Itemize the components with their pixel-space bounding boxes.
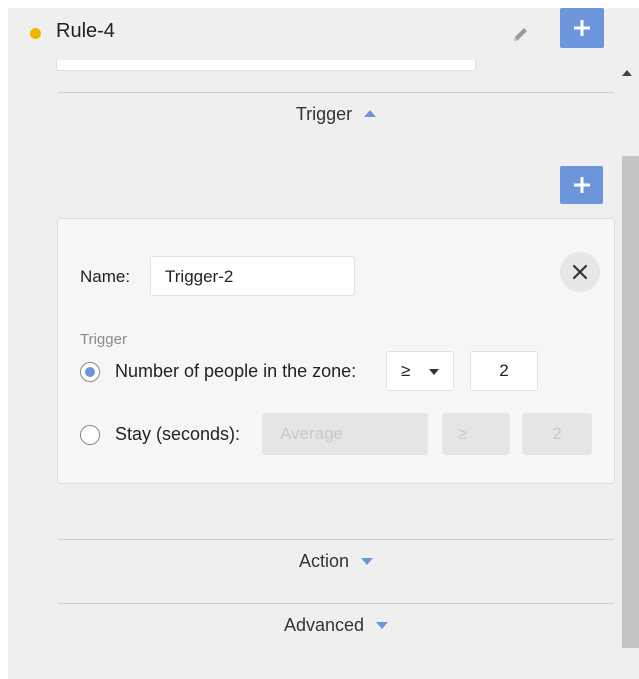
- advanced-section-label: Advanced: [283, 615, 365, 635]
- rule-title: Rule-4: [56, 20, 115, 42]
- plus-icon: [573, 177, 590, 193]
- divider: [58, 92, 614, 93]
- chevron-down-icon: [429, 369, 439, 375]
- rule-panel: Rule-4 Trigger Name: Trigger-2 Trigger N…: [8, 8, 639, 679]
- people-count-label: Number of people in the zone:: [115, 361, 357, 381]
- pencil-icon[interactable]: [511, 24, 531, 44]
- status-dot: [30, 28, 41, 39]
- scrollbar-thumb[interactable]: [622, 156, 639, 648]
- rule-name-input[interactable]: [56, 60, 476, 71]
- caret-up-icon: [364, 109, 377, 117]
- name-label: Name:: [80, 267, 131, 286]
- divider: [58, 539, 614, 540]
- caret-down-icon: [376, 621, 389, 629]
- close-icon: [572, 264, 588, 280]
- trigger-name-input[interactable]: Trigger-2: [150, 256, 355, 296]
- people-operator-select[interactable]: ≥: [386, 351, 454, 391]
- stay-operator-select: ≥: [442, 413, 510, 455]
- caret-down-icon: [361, 557, 374, 565]
- trigger-section-label: Trigger: [295, 104, 353, 124]
- stay-seconds-label: Stay (seconds):: [115, 424, 241, 444]
- action-section-toggle[interactable]: Action: [58, 551, 614, 572]
- stay-aggregate-select: Average: [262, 413, 428, 455]
- trigger-section-toggle[interactable]: Trigger: [58, 104, 614, 125]
- people-operator-value: ≥: [401, 361, 411, 380]
- rule-header: Rule-4: [8, 8, 639, 60]
- scroll-up-arrow-icon[interactable]: [622, 70, 632, 76]
- stay-seconds-radio[interactable]: [80, 425, 100, 445]
- people-count-input[interactable]: 2: [470, 351, 538, 391]
- add-trigger-button[interactable]: [560, 166, 603, 204]
- stay-seconds-input: 2: [522, 413, 592, 455]
- trigger-group-label: Trigger: [80, 331, 127, 348]
- remove-trigger-button[interactable]: [560, 252, 600, 292]
- people-count-radio[interactable]: [80, 362, 100, 382]
- trigger-card: Name: Trigger-2 Trigger Number of people…: [57, 218, 615, 484]
- divider: [58, 603, 614, 604]
- action-section-label: Action: [298, 551, 350, 571]
- add-button[interactable]: [560, 8, 604, 48]
- advanced-section-toggle[interactable]: Advanced: [58, 615, 614, 636]
- plus-icon: [574, 20, 590, 36]
